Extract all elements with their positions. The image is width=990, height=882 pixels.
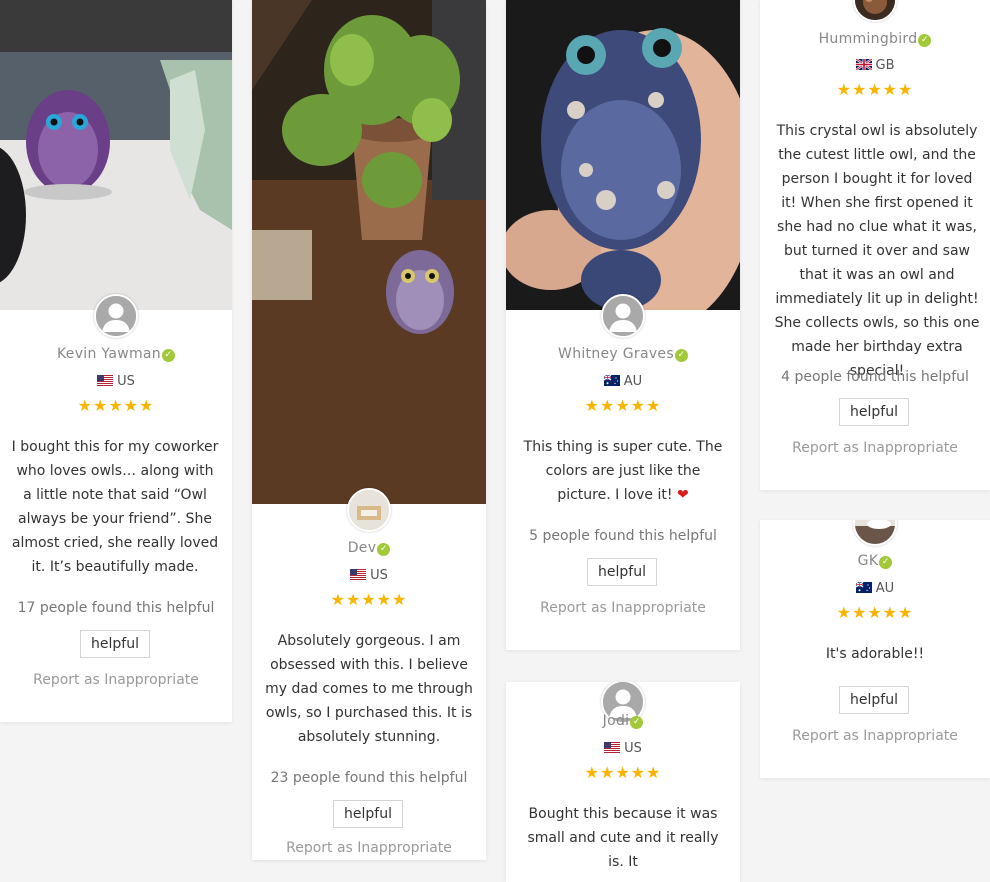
us-flag-icon bbox=[350, 569, 366, 580]
verified-check-icon: ✓ bbox=[674, 349, 688, 362]
reviewer-name: Whitney Graves ✓ bbox=[506, 346, 740, 362]
review-photo[interactable] bbox=[0, 0, 232, 310]
star-rating: ★★★★★ bbox=[330, 590, 408, 609]
helpful-button[interactable]: helpful bbox=[839, 686, 909, 714]
avatar bbox=[347, 488, 391, 532]
us-flag-icon bbox=[97, 375, 113, 386]
avatar bbox=[853, 520, 897, 546]
review-text: This crystal owl is absolutely the cutes… bbox=[774, 123, 980, 379]
review-card: Jodi ✓ US ★★★★★ Bought this because it wa… bbox=[506, 682, 740, 882]
review-card: Whitney Graves ✓ AU ★★★★★ This thing is s… bbox=[506, 0, 740, 650]
reviewer-country: AU bbox=[506, 374, 740, 389]
verified-check-icon: ✓ bbox=[161, 349, 175, 362]
helpful-button[interactable]: helpful bbox=[80, 630, 150, 658]
avatar bbox=[853, 0, 897, 22]
us-flag-icon bbox=[604, 742, 620, 753]
verified-check-icon: ✓ bbox=[377, 543, 391, 556]
star-rating: ★★★★★ bbox=[836, 603, 914, 622]
review-card: GK ✓ AU ★★★★★ It's adorable!! helpful Rep… bbox=[760, 520, 990, 778]
reviewer-country: US bbox=[506, 741, 740, 756]
review-card: Dev ✓ US ★★★★★ Absolutely gorgeous. I am … bbox=[252, 0, 486, 860]
helpful-count: 17 people found this helpful bbox=[17, 600, 215, 616]
reviewer-country: GB bbox=[760, 58, 990, 73]
review-text: Bought this because it was small and cut… bbox=[527, 806, 719, 870]
report-link[interactable]: Report as Inappropriate bbox=[252, 840, 486, 856]
verified-check-icon: ✓ bbox=[630, 716, 644, 729]
reviewer-country: US bbox=[0, 374, 232, 389]
heart-icon: ❤ bbox=[676, 487, 689, 503]
helpful-button[interactable]: helpful bbox=[587, 558, 657, 586]
reviewer-country: US bbox=[252, 568, 486, 583]
star-rating: ★★★★★ bbox=[584, 763, 662, 782]
report-link[interactable]: Report as Inappropriate bbox=[506, 600, 740, 616]
helpful-count: 23 people found this helpful bbox=[270, 770, 468, 786]
reviewer-name: Kevin Yawman ✓ bbox=[0, 346, 232, 362]
report-link[interactable]: Report as Inappropriate bbox=[760, 440, 990, 456]
verified-check-icon: ✓ bbox=[879, 556, 893, 569]
star-rating: ★★★★★ bbox=[584, 396, 662, 415]
review-photo[interactable] bbox=[252, 0, 486, 504]
reviewer-name: GK ✓ bbox=[760, 553, 990, 569]
verified-check-icon: ✓ bbox=[918, 34, 932, 47]
report-link[interactable]: Report as Inappropriate bbox=[760, 728, 990, 744]
avatar bbox=[601, 294, 645, 338]
helpful-count: 5 people found this helpful bbox=[529, 528, 717, 544]
review-text: I bought this for my coworker who loves … bbox=[11, 439, 219, 575]
au-flag-icon bbox=[604, 375, 620, 386]
star-rating: ★★★★★ bbox=[836, 80, 914, 99]
avatar bbox=[94, 294, 138, 338]
reviewer-name: Jodi ✓ bbox=[506, 713, 740, 729]
review-card: Kevin Yawman ✓ US ★★★★★ I bought this for… bbox=[0, 0, 232, 722]
review-photo[interactable] bbox=[506, 0, 740, 310]
reviewer-country: AU bbox=[760, 581, 990, 596]
reviewer-name: Hummingbird ✓ bbox=[760, 31, 990, 47]
reviewer-name: Dev ✓ bbox=[252, 540, 486, 556]
report-link[interactable]: Report as Inappropriate bbox=[0, 672, 232, 688]
review-text: This thing is super cute. The colors are… bbox=[523, 439, 723, 503]
review-text: It's adorable!! bbox=[825, 646, 925, 662]
helpful-button[interactable]: helpful bbox=[839, 398, 909, 426]
helpful-button[interactable]: helpful bbox=[333, 800, 403, 828]
helpful-count: 4 people found this helpful bbox=[781, 369, 969, 385]
star-rating: ★★★★★ bbox=[77, 396, 155, 415]
au-flag-icon bbox=[856, 582, 872, 593]
gb-flag-icon bbox=[856, 59, 872, 70]
review-text: Absolutely gorgeous. I am obsessed with … bbox=[265, 633, 473, 745]
review-card: Hummingbird ✓ GB ★★★★★ This crystal owl i… bbox=[760, 0, 990, 490]
